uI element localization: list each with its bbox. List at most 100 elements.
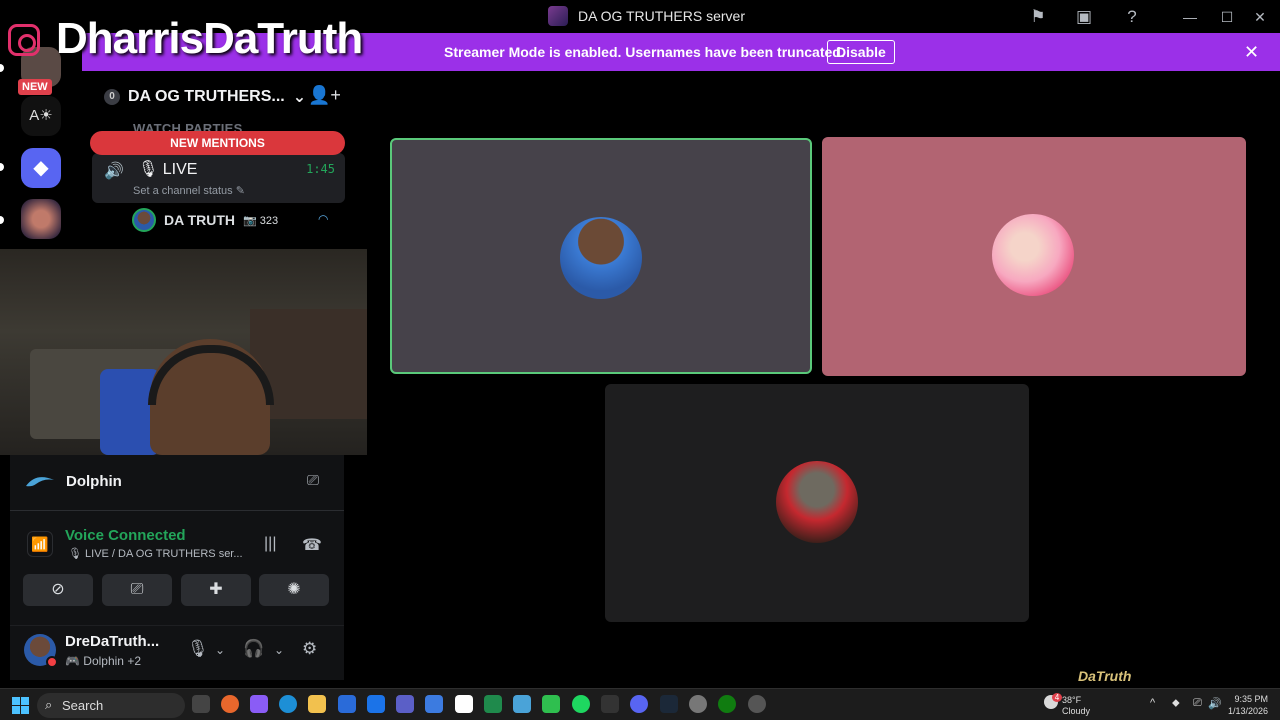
outlook-icon[interactable] — [367, 695, 385, 713]
app-icon[interactable] — [455, 695, 473, 713]
connection-icon[interactable]: 📶 — [27, 531, 53, 557]
activity-row: Dolphin ⎚ — [10, 455, 344, 511]
user-panel: Dolphin ⎚ 📶 Voice Connected 🎙 LIVE / DA … — [10, 455, 344, 680]
channel-status-text: Set a channel status — [133, 185, 233, 197]
share-screen-button[interactable]: ⎚ — [102, 574, 172, 606]
discord-icon[interactable] — [630, 695, 648, 713]
avatar — [992, 214, 1074, 296]
disconnect-icon[interactable]: ☎ — [302, 535, 322, 555]
app-icon[interactable] — [484, 695, 502, 713]
window-title-text: DA OG TRUTHERS server — [578, 8, 745, 24]
activities-button[interactable]: ✚ — [181, 574, 251, 606]
member-level: 📷 323 — [243, 214, 279, 227]
voice-channel-path[interactable]: 🎙 LIVE / DA OG TRUTHERS ser... — [68, 547, 243, 560]
start-button[interactable] — [12, 697, 29, 714]
channel-status[interactable]: Set a channel status ✎ — [133, 184, 245, 197]
minimize-button[interactable]: — — [1179, 6, 1201, 28]
microphone-icon[interactable]: 🎙 — [187, 639, 209, 659]
channel-name-text: LIVE — [162, 161, 198, 178]
close-icon[interactable]: ✕ — [1244, 43, 1259, 61]
noise-suppression-icon[interactable]: ||| — [264, 535, 276, 553]
clock[interactable]: 9:35 PM 1/13/2026 — [1226, 693, 1268, 717]
file-explorer-icon[interactable] — [308, 695, 326, 713]
camera-off-button[interactable]: ⊘ — [23, 574, 93, 606]
unread-pip — [0, 163, 4, 171]
app-icon[interactable] — [748, 695, 766, 713]
speaker-icon: 🔊 — [104, 163, 124, 180]
app-icon[interactable] — [601, 695, 619, 713]
server-icon-3[interactable]: ◆ — [21, 148, 61, 188]
inbox-icon[interactable]: ▣ — [1073, 6, 1095, 28]
search-box[interactable]: ⌕ Search — [37, 693, 185, 718]
server-rail: NEW A☀ ◆ — [0, 33, 82, 253]
task-view-icon[interactable] — [192, 695, 210, 713]
server-icon-2[interactable]: A☀ — [21, 96, 61, 136]
voice-channel-live[interactable]: 🔊 🎙 LIVE 1:45 Set a channel status ✎ — [92, 153, 345, 203]
teams-icon[interactable] — [396, 695, 414, 713]
voice-connected-label[interactable]: Voice Connected — [65, 527, 186, 544]
volume-icon[interactable]: 🔊 — [1208, 697, 1222, 710]
dolphin-icon — [26, 477, 54, 487]
user-activity: 🎮 Dolphin +2 — [65, 654, 142, 668]
username[interactable]: DreDaTruth... — [65, 633, 159, 650]
streamer-brand: DharrisDaTruth — [56, 14, 363, 63]
banner-message: Streamer Mode is enabled. Usernames have… — [444, 44, 845, 60]
dnd-status-icon — [46, 656, 58, 668]
headphones-icon[interactable]: 🎧 — [243, 639, 264, 659]
store-icon[interactable] — [338, 695, 356, 713]
clock-date: 1/13/2026 — [1227, 706, 1268, 716]
member-level-value: 323 — [259, 214, 279, 227]
guild-header[interactable]: 0 DA OG TRUTHERS... ⌄ — [104, 87, 306, 107]
chevron-down-icon[interactable]: ⌄ — [215, 643, 225, 657]
pencil-icon: ✎ — [235, 185, 245, 197]
soundboard-button[interactable]: ✺ — [259, 574, 329, 606]
server-icon-4[interactable] — [21, 199, 61, 239]
channel-timer: 1:45 — [306, 162, 335, 176]
gear-icon[interactable]: ⚙ — [302, 639, 317, 659]
gamepad-icon: ◆ — [33, 157, 49, 179]
channel-watermark: DaTruth — [1078, 668, 1132, 684]
steam-icon[interactable] — [660, 695, 678, 713]
user-activity-name: Dolphin — [83, 654, 124, 668]
help-icon[interactable]: ? — [1121, 6, 1143, 28]
dolphin-icon[interactable] — [513, 695, 531, 713]
new-mentions-pill[interactable]: NEW MENTIONS — [90, 131, 345, 155]
app-icon[interactable] — [425, 695, 443, 713]
close-window-button[interactable]: ✕ — [1249, 6, 1271, 28]
edge-icon[interactable] — [279, 695, 297, 713]
firefox-icon[interactable] — [221, 695, 239, 713]
activity-name: Dolphin — [66, 473, 122, 490]
flag-icon[interactable]: ⚑ — [1027, 6, 1049, 28]
voice-member[interactable]: DA TRUTH 📷 323 — [132, 208, 278, 232]
voice-channel-path-text: LIVE / DA OG TRUTHERS ser... — [85, 548, 243, 560]
video-tile[interactable] — [390, 138, 812, 374]
invite-people-icon[interactable]: 👤+ — [308, 85, 341, 106]
window-title: DA OG TRUTHERS server — [548, 6, 745, 26]
stream-game-icon[interactable]: ⎚ — [302, 472, 324, 494]
search-placeholder: Search — [62, 698, 104, 713]
guild-name: DA OG TRUTHERS... — [128, 88, 285, 105]
channel-sidebar: 0 DA OG TRUTHERS... ⌄ 👤+ WATCH PARTIES 🔊… — [82, 71, 354, 249]
new-badge: NEW — [18, 79, 52, 95]
chevron-down-icon[interactable]: ⌄ — [274, 643, 284, 657]
disable-button[interactable]: Disable — [827, 40, 895, 64]
maximize-button[interactable]: ☐ — [1216, 6, 1238, 28]
settings-icon[interactable] — [689, 695, 707, 713]
streaming-icon: ◠ — [318, 212, 329, 226]
avatar — [560, 217, 642, 299]
channel-name: 🎙 LIVE — [138, 161, 198, 178]
video-tile[interactable] — [822, 137, 1246, 376]
camera-off-icon: ⊘ — [51, 581, 65, 598]
soundboard-icon: ✺ — [287, 581, 301, 598]
instagram-icon — [8, 24, 40, 56]
spotify-icon[interactable] — [572, 695, 590, 713]
copilot-icon[interactable] — [250, 695, 268, 713]
chevron-up-icon[interactable]: ^ — [1150, 697, 1155, 709]
weather-temp: 38°F — [1062, 695, 1082, 705]
video-tile[interactable] — [605, 384, 1029, 622]
network-icon[interactable]: ⎚ — [1193, 697, 1202, 710]
clock-time: 9:35 PM — [1234, 694, 1268, 704]
xbox-icon[interactable] — [718, 695, 736, 713]
app-icon[interactable] — [542, 695, 560, 713]
app-tray-icon[interactable]: ⬥ — [1172, 697, 1180, 710]
